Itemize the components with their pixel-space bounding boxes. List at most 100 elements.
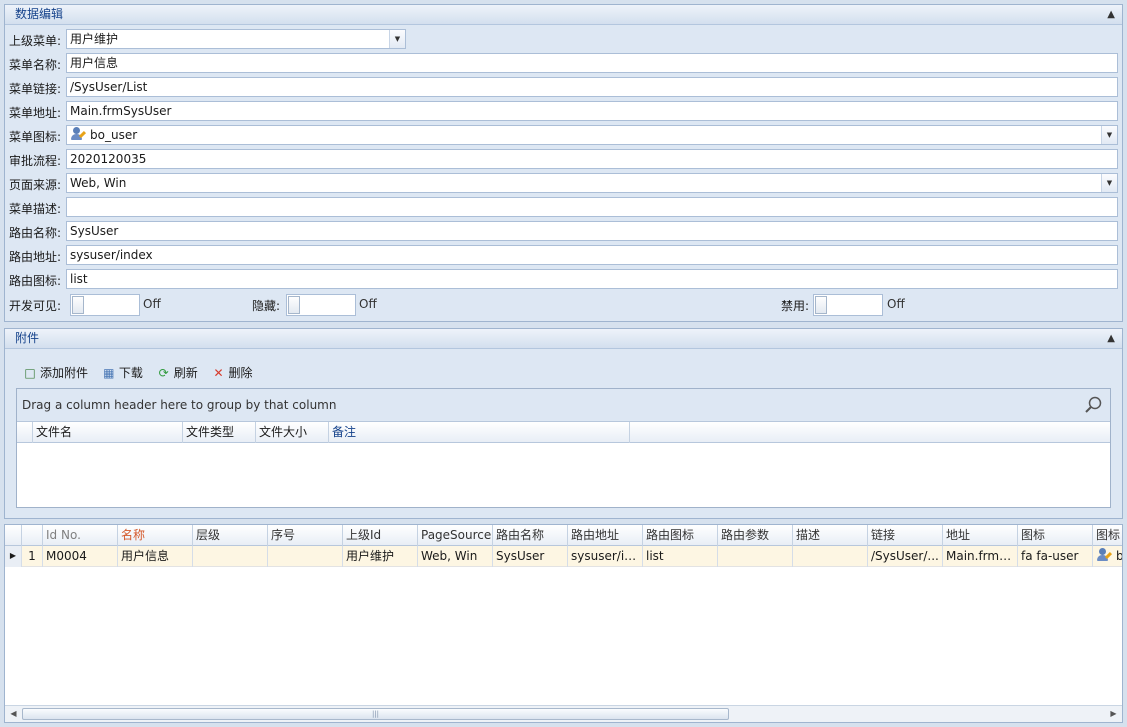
page-source-combo[interactable]: Web, Win ▼	[66, 173, 1118, 193]
route-icon-input[interactable]: list	[66, 269, 1118, 289]
menu-name-input[interactable]: 用户信息	[66, 53, 1118, 73]
disabled-toggle[interactable]	[813, 294, 883, 316]
form-row-approval-flow: 审批流程: 2020120035	[5, 149, 1122, 169]
chevron-down-icon[interactable]: ▼	[1101, 126, 1117, 144]
menu-grid-header: Id No. 名称 层级 序号 上级Id PageSource 路由名称 路由地…	[5, 525, 1122, 546]
cell-route-params[interactable]	[718, 546, 793, 567]
approval-flow-input[interactable]: 2020120035	[66, 149, 1118, 169]
column-header-address[interactable]: 地址	[943, 525, 1018, 546]
delete-button[interactable]: ✕ 删除	[212, 364, 253, 381]
menu-link-input[interactable]: /SysUser/List	[66, 77, 1118, 97]
column-header-filetype[interactable]: 文件类型	[183, 422, 256, 443]
row-number: 1	[22, 546, 43, 567]
column-header-name[interactable]: 名称	[118, 525, 193, 546]
form-row-page-source: 页面来源: Web, Win ▼	[5, 173, 1122, 193]
column-header-route-address[interactable]: 路由地址	[568, 525, 643, 546]
cell-route-name[interactable]: SysUser	[493, 546, 568, 567]
column-header-description[interactable]: 描述	[793, 525, 868, 546]
page-source-value: Web, Win	[70, 176, 127, 190]
cell-page-source[interactable]: Web, Win	[418, 546, 493, 567]
column-header-link[interactable]: 链接	[868, 525, 943, 546]
form-row-menu-name: 菜单名称: 用户信息	[5, 53, 1122, 73]
cell-route-icon[interactable]: list	[643, 546, 718, 567]
scroll-left-icon[interactable]: ◀	[5, 706, 22, 722]
add-attachment-label: 添加附件	[40, 366, 89, 380]
attachments-panel-title: 附件	[15, 331, 40, 345]
dev-visible-state: Off	[143, 297, 161, 311]
column-header-filesize[interactable]: 文件大小	[256, 422, 329, 443]
rownum-header	[22, 525, 43, 546]
route-address-input[interactable]: sysuser/index	[66, 245, 1118, 265]
dev-visible-toggle[interactable]	[70, 294, 140, 316]
table-row[interactable]: ▶ 1 M0004 用户信息 用户维护 Web, Win SysUser sys…	[5, 546, 1122, 567]
indicator-header	[5, 525, 22, 546]
disabled-state: Off	[887, 297, 905, 311]
group-by-panel[interactable]: Drag a column header here to group by th…	[17, 389, 1110, 422]
route-name-label: 路由名称:	[9, 226, 62, 240]
chevron-down-icon[interactable]: ▼	[389, 30, 405, 48]
add-attachment-button[interactable]: □ 添加附件	[23, 364, 88, 381]
column-header-id[interactable]: Id No.	[43, 525, 118, 546]
menu-icon-label: 菜单图标:	[9, 130, 62, 144]
route-name-input[interactable]: SysUser	[66, 221, 1118, 241]
form-row-menu-link: 菜单链接: /SysUser/List	[5, 77, 1122, 97]
menu-desc-label: 菜单描述:	[9, 202, 62, 216]
cell-id[interactable]: M0004	[43, 546, 118, 567]
form-row-menu-address: 菜单地址: Main.frmSysUser	[5, 101, 1122, 121]
column-header-page-source[interactable]: PageSource	[418, 525, 493, 546]
column-header-filename[interactable]: 文件名	[33, 422, 183, 443]
hidden-toggle[interactable]	[286, 294, 356, 316]
cell-description[interactable]	[793, 546, 868, 567]
page-source-label: 页面来源:	[9, 178, 62, 192]
column-header-route-icon[interactable]: 路由图标	[643, 525, 718, 546]
form-row-route-address: 路由地址: sysuser/index	[5, 245, 1122, 265]
column-header-route-name[interactable]: 路由名称	[493, 525, 568, 546]
form-row-route-icon: 路由图标: list	[5, 269, 1122, 289]
download-label: 下载	[118, 366, 143, 380]
cell-sort[interactable]	[268, 546, 343, 567]
attachments-grid[interactable]: Drag a column header here to group by th…	[16, 388, 1111, 508]
cell-name[interactable]: 用户信息	[118, 546, 193, 567]
scroll-right-icon[interactable]: ▶	[1105, 706, 1122, 722]
scrollbar-thumb[interactable]: |||	[22, 708, 729, 720]
cell-parent-id[interactable]: 用户维护	[343, 546, 418, 567]
collapse-icon[interactable]: ▲	[1107, 5, 1115, 24]
cell-level[interactable]	[193, 546, 268, 567]
refresh-button[interactable]: ⟳ 刷新	[157, 364, 198, 381]
cell-address[interactable]: Main.frmS...	[943, 546, 1018, 567]
refresh-icon: ⟳	[158, 366, 169, 380]
column-header-icon-2[interactable]: 图标	[1093, 525, 1122, 546]
column-header-remark[interactable]: 备注	[329, 422, 630, 443]
column-header-icon[interactable]: 图标	[1018, 525, 1093, 546]
menu-address-input[interactable]: Main.frmSysUser	[66, 101, 1118, 121]
edit-panel-title: 数据编辑	[15, 7, 64, 21]
cell-icon-image[interactable]: b	[1093, 546, 1122, 567]
search-icon[interactable]	[1084, 395, 1104, 415]
cell-route-address[interactable]: sysuser/in...	[568, 546, 643, 567]
horizontal-scrollbar[interactable]: ◀ ||| ▶	[5, 705, 1122, 722]
row-indicator-header	[17, 422, 33, 443]
route-address-label: 路由地址:	[9, 250, 62, 264]
collapse-icon[interactable]: ▲	[1107, 329, 1115, 348]
cell-icon[interactable]: fa fa-user	[1018, 546, 1093, 567]
column-header-parent-id[interactable]: 上级Id	[343, 525, 418, 546]
column-header-route-params[interactable]: 路由参数	[718, 525, 793, 546]
attachments-panel-header[interactable]: 附件 ▲	[5, 329, 1122, 349]
hidden-label: 隐藏:	[252, 299, 281, 313]
cell-link[interactable]: /SysUser/...	[868, 546, 943, 567]
column-header-sort[interactable]: 序号	[268, 525, 343, 546]
hidden-state: Off	[359, 297, 377, 311]
menu-desc-input[interactable]	[66, 197, 1118, 217]
download-button[interactable]: ▦ 下载	[102, 364, 143, 381]
edit-panel-header[interactable]: 数据编辑 ▲	[5, 5, 1122, 25]
column-header-level[interactable]: 层级	[193, 525, 268, 546]
parent-menu-combo[interactable]: 用户维护 ▼	[66, 29, 406, 49]
menu-name-label: 菜单名称:	[9, 58, 62, 72]
attachments-toolbar: □ 添加附件 ▦ 下载 ⟳ 刷新 ✕ 删除	[23, 364, 263, 382]
disabled-label: 禁用:	[781, 299, 810, 313]
menu-icon-combo[interactable]: bo_user ▼	[66, 125, 1118, 145]
menu-grid[interactable]: Id No. 名称 层级 序号 上级Id PageSource 路由名称 路由地…	[4, 524, 1123, 723]
chevron-down-icon[interactable]: ▼	[1101, 174, 1117, 192]
delete-icon: ✕	[213, 366, 224, 380]
row-indicator-icon: ▶	[5, 546, 22, 567]
